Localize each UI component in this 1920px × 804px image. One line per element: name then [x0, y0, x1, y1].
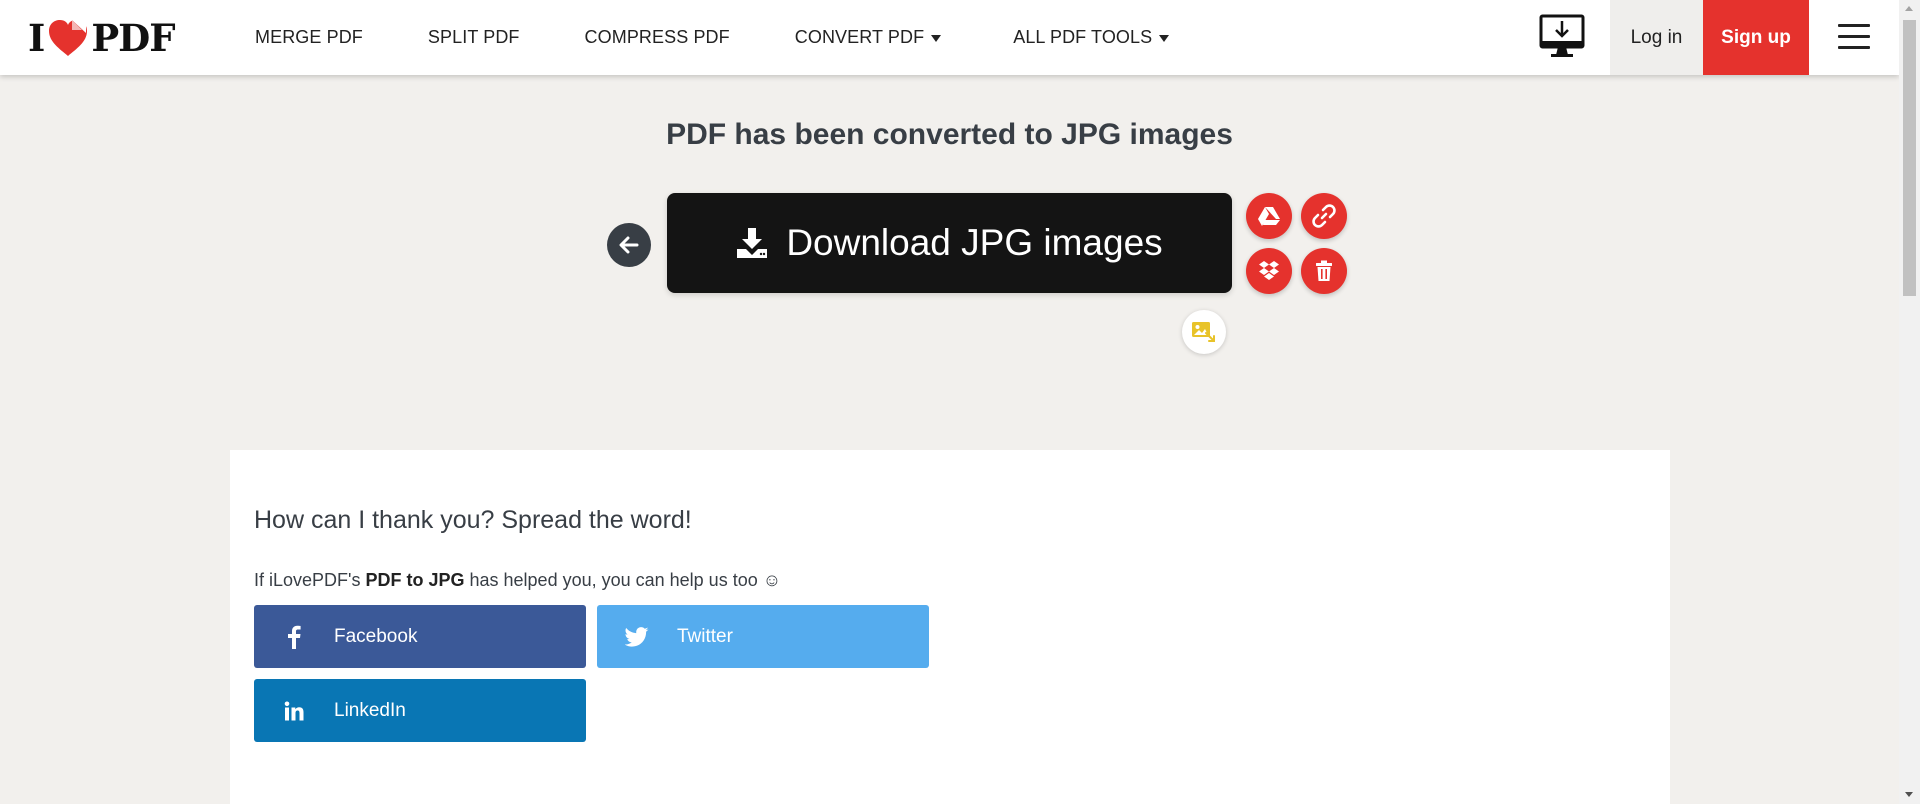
twitter-icon — [597, 626, 677, 647]
convert-image-tool-button[interactable] — [1182, 310, 1226, 354]
facebook-label: Facebook — [334, 625, 418, 647]
share-text: If iLovePDF's PDF to JPG has helped you,… — [254, 570, 781, 591]
scroll-down-arrow-icon[interactable] — [1905, 792, 1913, 797]
main-nav: MERGE PDF SPLIT PDF COMPRESS PDF CONVERT… — [255, 0, 1234, 75]
nav-label: SPLIT PDF — [427, 27, 520, 47]
ilovepdf-logo[interactable]: I PDF — [28, 16, 176, 60]
image-convert-icon — [1192, 322, 1215, 342]
desktop-download-icon — [1539, 14, 1585, 57]
nav-convert-pdf[interactable]: CONVERT PDF — [794, 27, 942, 48]
caret-down-icon — [931, 34, 942, 42]
copy-link-button[interactable] — [1301, 193, 1347, 239]
caret-down-icon — [1159, 34, 1170, 42]
download-label: Download JPG images — [786, 222, 1163, 263]
page-title: PDF has been converted to JPG images — [666, 118, 1233, 151]
menu-line — [1838, 46, 1870, 49]
download-icon — [737, 228, 768, 258]
desktop-app-download-button[interactable] — [1538, 14, 1594, 60]
share-text-start: If iLovePDF's — [254, 570, 366, 590]
twitter-label: Twitter — [677, 625, 733, 647]
nav-label: COMPRESS PDF — [584, 27, 730, 47]
top-header: I PDF MERGE PDF SPLIT PDF COMPRESS PDF C… — [0, 0, 1899, 75]
facebook-icon — [254, 625, 334, 649]
linkedin-label: LinkedIn — [334, 699, 406, 721]
signup-button[interactable]: Sign up — [1703, 0, 1809, 75]
hamburger-menu-icon[interactable] — [1838, 24, 1870, 50]
share-heading: How can I thank you? Spread the word! — [254, 506, 692, 534]
nav-label: ALL PDF TOOLS — [1013, 27, 1153, 47]
menu-line — [1838, 24, 1870, 27]
delete-files-button[interactable] — [1301, 248, 1347, 294]
nav-label: MERGE PDF — [255, 27, 363, 47]
trash-icon — [1316, 260, 1332, 281]
scrollbar-thumb[interactable] — [1903, 20, 1916, 296]
nav-split-pdf[interactable]: SPLIT PDF — [428, 27, 520, 48]
share-twitter-button[interactable]: Twitter — [597, 605, 929, 668]
logo-text-i: I — [28, 16, 45, 60]
share-facebook-button[interactable]: Facebook — [254, 605, 586, 668]
linkedin-icon — [254, 701, 334, 721]
tool-name: PDF to JPG — [365, 570, 465, 590]
page-scrollbar[interactable] — [1899, 0, 1920, 804]
scroll-up-arrow-icon[interactable] — [1905, 6, 1913, 11]
nav-label: CONVERT PDF — [794, 27, 925, 47]
save-to-dropbox-button[interactable] — [1246, 248, 1292, 294]
logo-text-pdf: PDF — [91, 16, 175, 60]
heart-icon — [49, 20, 88, 56]
nav-all-pdf-tools[interactable]: ALL PDF TOOLS — [1013, 27, 1170, 48]
nav-compress-pdf[interactable]: COMPRESS PDF — [585, 27, 730, 48]
dropbox-icon — [1259, 261, 1279, 280]
google-drive-icon — [1258, 207, 1280, 226]
download-jpg-button[interactable]: Download JPG images — [667, 193, 1232, 293]
share-card: How can I thank you? Spread the word! If… — [230, 450, 1670, 804]
arrow-left-icon — [619, 236, 639, 254]
share-linkedin-button[interactable]: LinkedIn — [254, 679, 586, 742]
share-text-end: has helped you, you can help us too ☺ — [464, 570, 782, 590]
link-icon — [1312, 204, 1336, 228]
save-to-google-drive-button[interactable] — [1246, 193, 1292, 239]
nav-merge-pdf[interactable]: MERGE PDF — [255, 27, 363, 48]
back-button[interactable] — [607, 223, 651, 267]
menu-line — [1838, 35, 1870, 38]
login-button[interactable]: Log in — [1610, 0, 1703, 75]
